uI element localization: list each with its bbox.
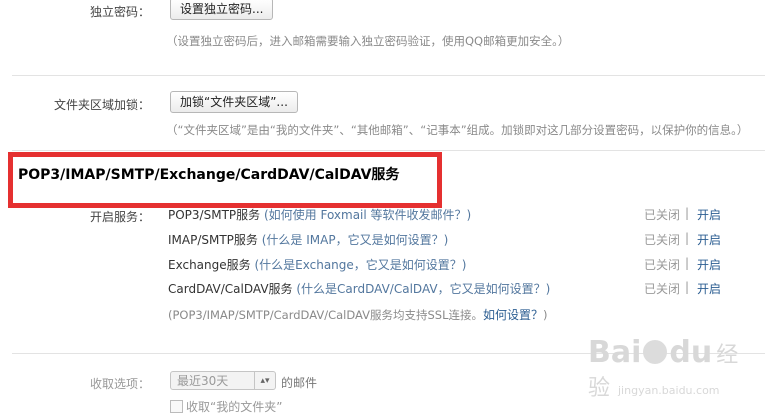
set-independent-password-button[interactable]: 设置独立密码...: [170, 0, 274, 20]
lock-folder-area-button[interactable]: 加锁“文件夹区域”...: [170, 91, 298, 113]
receive-range-suffix: 的邮件: [281, 376, 318, 390]
folder-lock-hint: （“文件夹区域”是由“我的文件夹”、“其他邮箱”、“记事本”组成。加锁即对这几部…: [166, 123, 749, 137]
service-help-link[interactable]: (什么是Exchange，它又是如何设置？): [254, 258, 466, 272]
service-status: 已关闭: [644, 208, 681, 222]
separator: |: [685, 206, 690, 220]
independent-password-hint: （设置独立密码后，进入邮箱需要输入独立密码验证，使用QQ邮箱更加安全。）: [166, 34, 570, 48]
independent-password-label: 独立密码：: [89, 5, 150, 19]
baidu-brand-suffix: du: [669, 335, 713, 370]
enable-services-label: 开启服务：: [89, 210, 150, 224]
chevron-updown-icon: ▴▾: [254, 372, 275, 389]
service-help-link[interactable]: (什么是CardDAV/CalDAV，它又是如何设置？): [296, 282, 550, 296]
receive-options-label: 收取选项：: [89, 377, 150, 391]
section-divider: [12, 150, 765, 151]
baidu-jingyan-logo: Bai du 经验: [588, 335, 758, 401]
service-status: 已关闭: [644, 258, 681, 272]
service-name: IMAP/SMTP服务: [168, 233, 258, 247]
ssl-note-close: ): [543, 308, 548, 322]
paw-icon: [643, 340, 668, 364]
folder-lock-label: 文件夹区域加锁：: [53, 98, 150, 112]
enable-service-button[interactable]: 开启: [697, 206, 721, 223]
service-name: POP3/SMTP服务: [168, 208, 261, 222]
separator: |: [685, 231, 690, 245]
enable-service-button[interactable]: 开启: [697, 280, 721, 297]
separator: |: [685, 256, 690, 270]
service-status: 已关闭: [644, 282, 681, 296]
ssl-note: (POP3/IMAP/SMTP/CardDAV/CalDAV服务均支持SSL连接…: [168, 306, 548, 323]
baidu-brand: Bai: [588, 335, 642, 370]
watermark-url: jingyan.baidu.com: [618, 384, 720, 397]
ssl-how-to-link[interactable]: 如何设置？: [483, 308, 543, 322]
service-row: CardDAV/CalDAV服务 (什么是CardDAV/CalDAV，它又是如…: [168, 280, 765, 298]
service-help-link[interactable]: (如何使用 Foxmail 等软件收发邮件？): [264, 208, 471, 222]
section-divider: [12, 75, 765, 76]
enable-service-button[interactable]: 开启: [697, 256, 721, 273]
enable-service-button[interactable]: 开启: [697, 231, 721, 248]
receive-range-select[interactable]: 最近30天 ▴▾: [170, 371, 276, 390]
service-status: 已关闭: [644, 233, 681, 247]
service-row: IMAP/SMTP服务 (什么是 IMAP，它又是如何设置？) 已关闭 | 开启: [168, 231, 765, 249]
service-row: POP3/SMTP服务 (如何使用 Foxmail 等软件收发邮件？) 已关闭 …: [168, 206, 765, 224]
separator: |: [685, 280, 690, 294]
services-section-title: POP3/IMAP/SMTP/Exchange/CardDAV/CalDAV服务: [18, 167, 400, 183]
service-row: Exchange服务 (什么是Exchange，它又是如何设置？) 已关闭 | …: [168, 256, 765, 274]
ssl-note-text: (POP3/IMAP/SMTP/CardDAV/CalDAV服务均支持SSL连接…: [168, 308, 484, 322]
service-name: CardDAV/CalDAV服务: [168, 282, 293, 296]
receive-range-value: 最近30天: [177, 374, 229, 388]
service-name: Exchange服务: [168, 258, 251, 272]
service-help-link[interactable]: (什么是 IMAP，它又是如何设置？): [262, 233, 449, 247]
